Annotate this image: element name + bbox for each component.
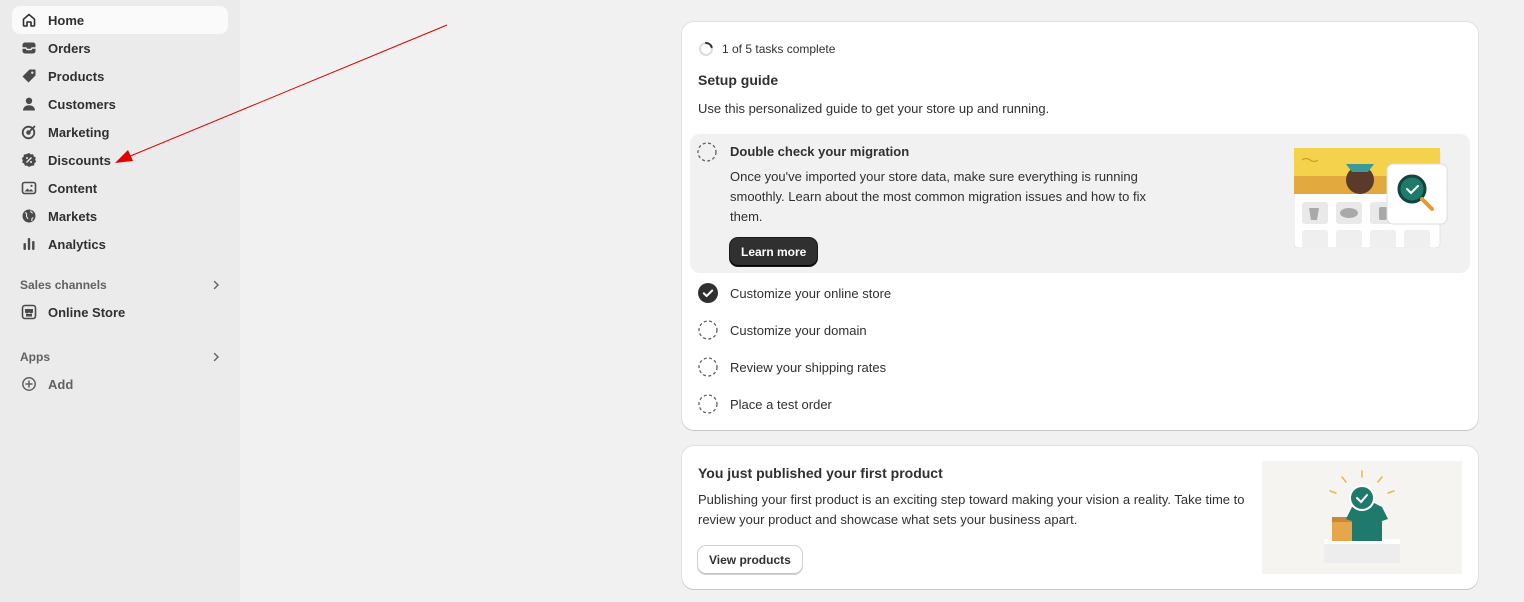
chevron-right-icon: [213, 280, 219, 290]
sales-channels-header[interactable]: Sales channels: [12, 273, 228, 297]
setup-progress: 1 of 5 tasks complete: [698, 41, 835, 57]
globe-icon: [21, 208, 37, 224]
bar-chart-icon: [21, 236, 37, 252]
task-title: Double check your migration: [730, 144, 910, 159]
plus-circle-icon: [21, 376, 37, 392]
task-review-shipping[interactable]: Review your shipping rates: [698, 355, 886, 379]
sidebar-item-marketing[interactable]: Marketing: [12, 118, 228, 146]
section-label: Apps: [20, 350, 50, 364]
published-card-title: You just published your first product: [698, 465, 943, 481]
sidebar-item-label: Marketing: [48, 124, 110, 140]
sidebar-item-label: Analytics: [48, 236, 106, 252]
task-label: Customize your domain: [730, 322, 867, 338]
image-icon: [21, 180, 37, 196]
migration-illustration: [1294, 148, 1448, 248]
learn-more-button[interactable]: Learn more: [730, 238, 818, 266]
published-card-description: Publishing your first product is an exci…: [698, 492, 1245, 527]
progress-ring-icon: [699, 41, 713, 56]
sidebar-item-customers[interactable]: Customers: [12, 90, 228, 118]
sidebar-item-label: Home: [48, 12, 85, 28]
sidebar-item-content[interactable]: Content: [12, 174, 228, 202]
sidebar-item-label: Markets: [48, 208, 98, 224]
view-products-button[interactable]: View products: [698, 546, 802, 574]
sidebar-item-label: Online Store: [48, 304, 126, 320]
sidebar-item-home[interactable]: Home: [12, 6, 228, 34]
task-checkbox[interactable]: [697, 142, 717, 162]
store-icon: [21, 304, 37, 320]
target-icon: [21, 124, 37, 140]
task-customize-store[interactable]: Customize your online store: [698, 281, 891, 305]
task-label: Review your shipping rates: [730, 359, 887, 375]
apps-header[interactable]: Apps: [12, 345, 228, 369]
sidebar-item-orders[interactable]: Orders: [12, 34, 228, 62]
sidebar-item-products[interactable]: Products: [12, 62, 228, 90]
task-label: Customize your online store: [730, 285, 892, 301]
tag-icon: [21, 68, 37, 84]
sidebar-item-analytics[interactable]: Analytics: [12, 230, 228, 258]
sidebar-item-label: Content: [48, 180, 98, 196]
task-label: Place a test order: [730, 396, 832, 412]
task-expanded-migration: Double check your migration Once you've …: [690, 134, 1470, 273]
task-description: Once you've imported your store data, ma…: [730, 169, 1146, 224]
section-label: Sales channels: [20, 278, 107, 292]
sidebar-item-label: Discounts: [48, 152, 111, 168]
task-checkbox: [698, 320, 718, 340]
inbox-icon: [21, 40, 37, 56]
chevron-right-icon: [213, 352, 219, 362]
check-circle-icon: [698, 283, 718, 303]
task-place-test-order[interactable]: Place a test order: [698, 392, 832, 416]
task-checkbox: [698, 357, 718, 377]
setup-guide-card: 1 of 5 tasks complete Setup guide Use th…: [682, 22, 1478, 430]
discount-icon: [21, 152, 37, 168]
home-icon: [21, 12, 37, 28]
sidebar: Home Orders Products Customers Marketing…: [0, 0, 240, 602]
sidebar-item-markets[interactable]: Markets: [12, 202, 228, 230]
sidebar-item-label: Customers: [48, 96, 116, 112]
progress-text: 1 of 5 tasks complete: [722, 42, 836, 56]
sidebar-item-label: Products: [48, 68, 105, 84]
published-product-illustration: [1262, 461, 1462, 574]
sidebar-item-discounts[interactable]: Discounts: [12, 146, 228, 174]
task-customize-domain[interactable]: Customize your domain: [698, 318, 867, 342]
published-product-card: You just published your first product Pu…: [682, 446, 1478, 589]
setup-guide-subtitle: Use this personalized guide to get your …: [698, 101, 1050, 116]
sidebar-item-label: Orders: [48, 40, 91, 56]
sidebar-item-online-store[interactable]: Online Store: [12, 298, 228, 326]
task-checkbox: [698, 394, 718, 414]
person-icon: [21, 96, 37, 112]
sidebar-item-add-app[interactable]: Add: [12, 370, 228, 398]
sidebar-item-label: Add: [48, 376, 74, 392]
setup-guide-title: Setup guide: [698, 72, 779, 88]
